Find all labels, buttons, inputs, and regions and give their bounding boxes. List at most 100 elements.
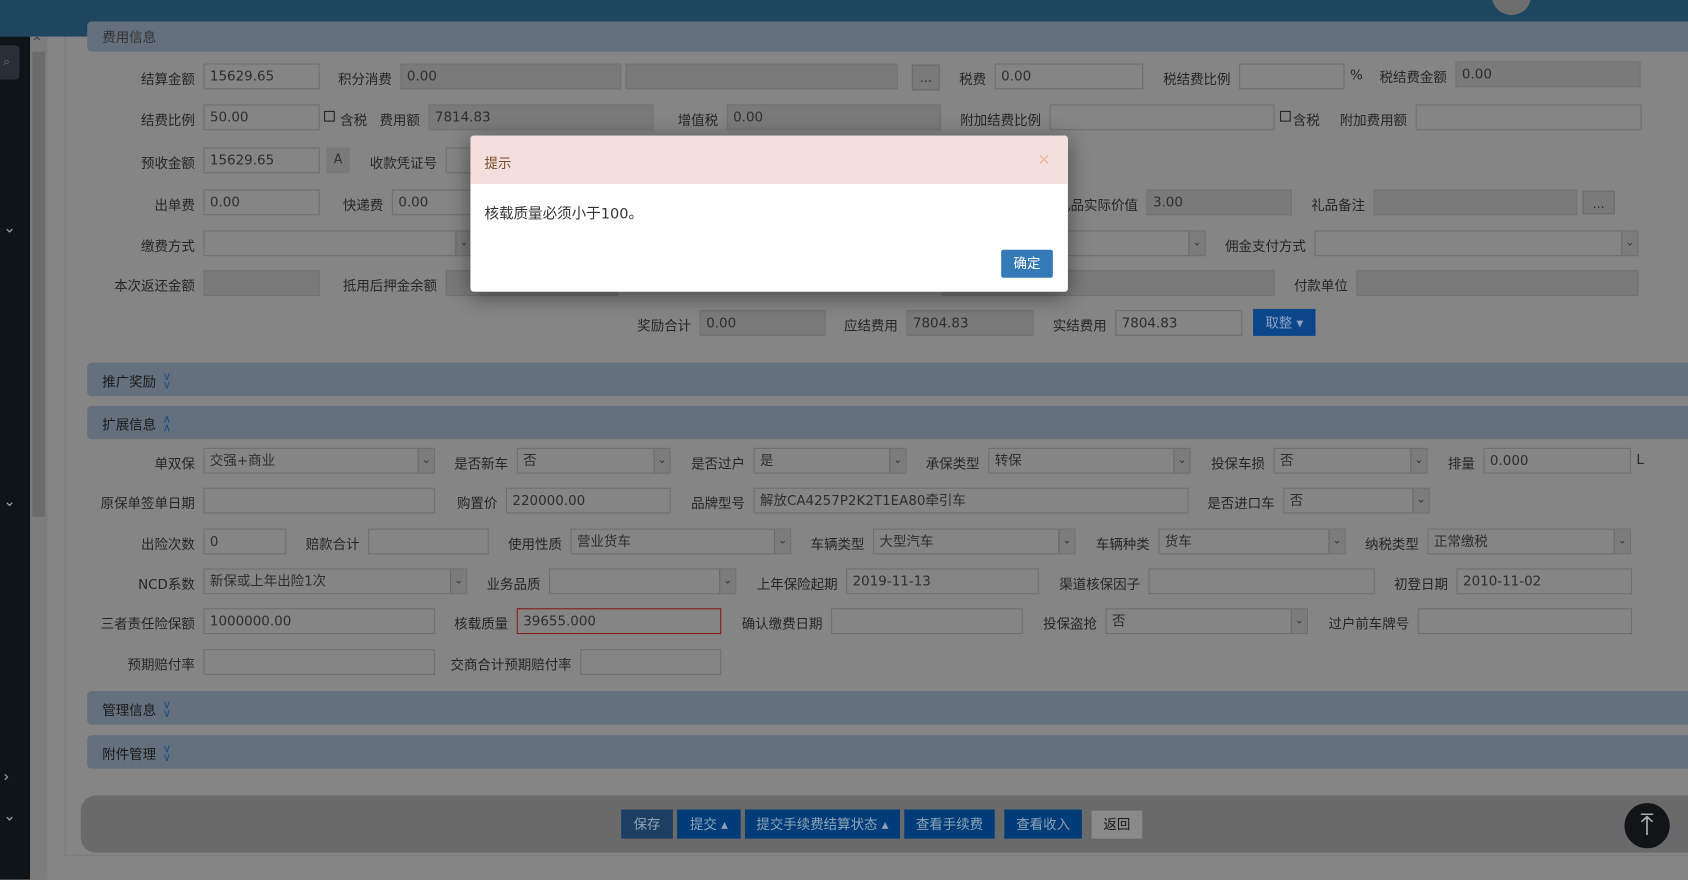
scroll-up-icon[interactable]: ^ (32, 37, 41, 49)
price-value: 220000.00 (512, 491, 586, 509)
damage-select[interactable]: 否 ⌄ (1273, 447, 1428, 474)
claims-input[interactable]: 0 (203, 528, 287, 555)
tax-type-select[interactable]: 正常缴税 ⌄ (1427, 528, 1631, 555)
chevron-down-icon[interactable]: ⌄ (889, 448, 906, 473)
prepaid-input[interactable]: 15629.65 (203, 147, 320, 174)
a-button[interactable]: A (326, 147, 350, 174)
points-picker-button[interactable]: ... (911, 64, 940, 91)
chevron-down-icon[interactable]: ⌄ (1613, 529, 1630, 554)
prev-plate-input[interactable] (1417, 608, 1633, 635)
third-party-input[interactable]: 1000000.00 (203, 608, 435, 635)
search-icon[interactable]: ⌕ (0, 45, 20, 80)
vehicle-type-value: 大型汽车 (879, 532, 934, 550)
back-to-top-icon[interactable]: ⤒ (1624, 803, 1670, 849)
fee-ratio-input[interactable]: 50.00 (203, 104, 320, 131)
chevron-down-icon[interactable]: ⌄ (1173, 448, 1190, 473)
ins-type-select[interactable]: 转保 ⌄ (988, 447, 1191, 474)
single-double-select[interactable]: 交强+商业 ⌄ (203, 447, 435, 474)
chevron-right-icon[interactable]: › (3, 769, 9, 786)
ncd-select[interactable]: 新保或上年出险1次 ⌄ (203, 568, 468, 595)
confirm-date-input[interactable] (831, 608, 1023, 635)
chevron-down-icon[interactable]: ⌄ (417, 448, 434, 473)
scrollbar-thumb[interactable] (32, 51, 46, 517)
gift-note-input[interactable] (1373, 189, 1578, 216)
section-fees[interactable]: 费用信息 (87, 21, 1688, 52)
settle-amount-input[interactable]: 15629.65 (203, 63, 320, 90)
claim-total-input[interactable] (368, 528, 489, 555)
tax-included-checkbox[interactable] (324, 110, 335, 122)
usage-select[interactable]: 营业货车 ⌄ (570, 528, 792, 555)
round-button[interactable]: 取整 ▾ (1253, 308, 1316, 336)
chevron-down-icon[interactable]: ⌄ (449, 569, 467, 594)
submit-fee-status-button[interactable]: 提交手续费结算状态 ▴ (744, 809, 900, 839)
price-input[interactable]: 220000.00 (505, 487, 671, 514)
transfer-value: 是 (760, 452, 774, 469)
theft-select[interactable]: 否 ⌄ (1105, 608, 1308, 635)
new-car-select[interactable]: 否 ⌄ (516, 447, 671, 474)
issue-fee-input[interactable]: 0.00 (203, 189, 320, 216)
extra-tax-included-checkbox[interactable] (1279, 110, 1291, 122)
expected-ratio-input[interactable] (203, 649, 435, 675)
brand-model-input[interactable]: 解放CA4257P2K2T1EA80牵引车 (753, 487, 1189, 514)
chevron-down-icon[interactable]: ⌄ (1328, 529, 1345, 554)
fee-amount-input[interactable]: 7814.83 (428, 104, 654, 131)
imported-select[interactable]: 否 ⌄ (1283, 487, 1430, 514)
chevron-down-icon[interactable]: ⌄ (1058, 529, 1075, 554)
section-manage[interactable]: 管理信息 ∨ ∨ (87, 691, 1688, 725)
first-reg-input[interactable]: 2010-11-02 (1456, 568, 1633, 595)
tax-amount-input[interactable]: 0.00 (1455, 61, 1641, 88)
save-button[interactable]: 保存 (621, 809, 673, 839)
chevron-down-icon[interactable]: ⌄ (3, 220, 16, 237)
chevron-down-icon[interactable]: ⌄ (3, 493, 16, 510)
biz-quality-select[interactable]: ⌄ (549, 568, 737, 595)
chevron-down-icon[interactable]: ⌄ (3, 807, 16, 824)
actual-input[interactable]: 7804.83 (1115, 310, 1243, 336)
payable-input[interactable]: 7804.83 (906, 310, 1034, 336)
close-icon[interactable]: × (1037, 150, 1051, 169)
pay-method-select[interactable]: ⌄ (203, 230, 473, 257)
points-extra-input[interactable] (625, 63, 898, 90)
reward-total-input[interactable]: 0.00 (699, 310, 826, 336)
channel-factor-input[interactable] (1148, 568, 1375, 595)
section-promo[interactable]: 推广奖励 ∨ ∨ (87, 362, 1688, 397)
chevron-down-icon[interactable]: ⌄ (1188, 231, 1205, 256)
vehicle-kind-select[interactable]: 货车 ⌄ (1158, 528, 1346, 555)
tax-type-value: 正常缴税 (1433, 532, 1488, 550)
orig-sign-date-input[interactable] (203, 487, 435, 514)
gift-value-input[interactable]: 3.00 (1146, 189, 1292, 216)
chevron-down-icon[interactable]: ⌄ (1410, 448, 1427, 473)
submit-button[interactable]: 提交 ▴ (677, 809, 741, 839)
section-attach[interactable]: 附件管理 ∨ ∨ (87, 735, 1688, 769)
points-input[interactable]: 0.00 (400, 63, 622, 90)
combined-ratio-input[interactable] (580, 649, 722, 675)
tax-fee-input[interactable]: 0.00 (994, 63, 1144, 90)
issue-fee-value: 0.00 (209, 193, 240, 210)
chevron-down-icon[interactable]: ⌄ (1290, 609, 1307, 633)
load-mass-input[interactable]: 39655.000 (516, 608, 722, 635)
extra-amount-input[interactable] (1415, 104, 1642, 131)
chevron-down-icon[interactable]: ⌄ (1621, 231, 1638, 256)
double-chevron-up-icon: ∧ ∧ (162, 412, 172, 435)
displacement-input[interactable]: 0.000 (1483, 447, 1631, 474)
view-fee-button[interactable]: 查看手续费 (904, 809, 995, 839)
last-start-input[interactable]: 2019-11-13 (846, 568, 1039, 595)
back-button[interactable]: 返回 (1091, 810, 1143, 839)
vehicle-type-select[interactable]: 大型汽车 ⌄ (873, 528, 1076, 555)
refund-input[interactable] (203, 270, 320, 297)
payer-input[interactable] (1356, 270, 1639, 297)
chevron-down-icon[interactable]: ⌄ (653, 448, 670, 473)
chevron-down-icon[interactable]: ⌄ (1412, 488, 1429, 513)
confirm-button[interactable]: 确定 (1001, 249, 1053, 278)
view-income-button[interactable]: 查看收入 (1004, 809, 1082, 839)
gift-note-picker-button[interactable]: ... (1582, 190, 1615, 215)
chevron-down-icon[interactable]: ⌄ (455, 231, 472, 256)
chevron-down-icon[interactable]: ⌄ (774, 529, 791, 554)
commission-pay-select[interactable]: ⌄ (1314, 230, 1639, 257)
tax-ratio-input[interactable] (1239, 63, 1345, 90)
vat-input[interactable]: 0.00 (726, 104, 941, 131)
extra-ratio-input[interactable] (1049, 104, 1275, 131)
chevron-down-icon[interactable]: ⌄ (719, 569, 736, 594)
transfer-select[interactable]: 是 ⌄ (753, 447, 907, 474)
section-ext[interactable]: 扩展信息 ∧ ∧ (87, 405, 1688, 440)
single-double-label: 单双保 (154, 455, 195, 472)
